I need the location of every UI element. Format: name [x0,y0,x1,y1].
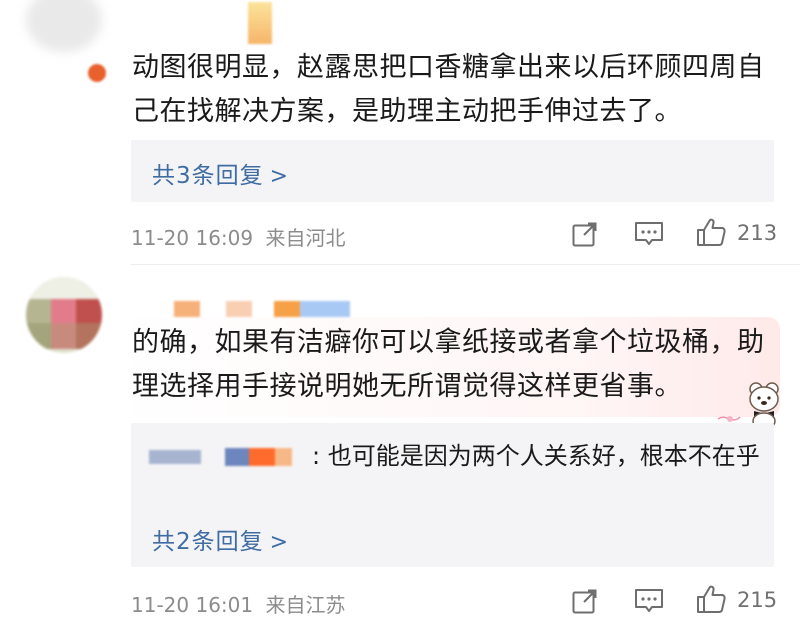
replies-count-label[interactable]: 共3条回复 [152,163,264,189]
username-blurred[interactable] [248,2,272,44]
view-replies-link[interactable]: 共2条回复 > [152,522,289,556]
like-icon[interactable] [696,584,726,614]
avatar-badge-icon [88,64,106,82]
comment-meta: 11-20 16:01 来自江苏 [131,589,345,618]
comment-text: 动图很明显，赵露思把口香糖拿出来以后环顾四周自己在找解决方案，是助理主动把手伸过… [132,52,765,127]
timestamp: 11-20 16:09 [131,226,254,250]
username-blurred[interactable] [174,301,350,317]
reply-box[interactable]: 共3条回复 > [131,140,774,202]
like-icon[interactable] [696,217,726,247]
comment-text: 的确，如果有洁癖你可以拿纸接或者拿个垃圾桶，助理选择用手接说明她无所谓觉得这样更… [132,327,765,402]
comment-icon[interactable] [634,220,664,248]
chevron-right-icon: > [269,164,290,189]
location: 来自河北 [265,226,346,250]
view-replies-link[interactable]: 共3条回复 > [152,156,289,190]
like-count: 215 [737,588,778,612]
sub-reply-content: : 也可能是因为两个人关系好，根本不在乎 [312,442,760,470]
reply-box[interactable]: : 也可能是因为两个人关系好，根本不在乎 共2条回复 > [131,423,774,567]
comment-icon[interactable] [634,587,664,615]
avatar[interactable] [26,0,102,52]
sub-reply-text: : 也可能是因为两个人关系好，根本不在乎 [152,437,762,475]
share-icon[interactable] [571,220,599,248]
comment-meta: 11-20 16:09 来自河北 [131,222,345,251]
share-icon[interactable] [571,587,599,615]
comment-2: 的确，如果有洁癖你可以拿纸接或者拿个垃圾桶，助理选择用手接说明她无所谓觉得这样更… [0,265,800,631]
replies-count-label[interactable]: 共2条回复 [152,529,264,555]
chevron-right-icon: > [269,530,290,555]
like-count: 213 [737,221,778,245]
avatar[interactable] [26,277,102,353]
comment-1: 动图很明显，赵露思把口香糖拿出来以后环顾四周自己在找解决方案，是助理主动把手伸过… [0,0,800,265]
location: 来自江苏 [265,593,346,617]
timestamp: 11-20 16:01 [131,593,254,617]
